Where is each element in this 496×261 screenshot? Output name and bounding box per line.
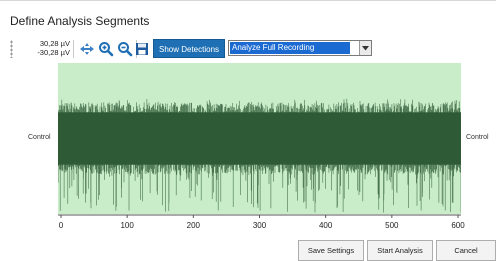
toolbar-grip[interactable] [10, 40, 13, 58]
channel-label-left: Control [28, 134, 51, 141]
x-axis: 0 100 200 300 400 500 600 [58, 214, 465, 236]
save-settings-button[interactable]: Save Settings [298, 240, 364, 261]
zoom-in-button[interactable] [97, 40, 115, 58]
segment-select[interactable]: Analyze Full Recording [228, 40, 372, 56]
dropdown-button[interactable] [359, 41, 371, 55]
move-axis-icon [80, 43, 94, 55]
x-tick-label: 500 [385, 221, 399, 230]
chevron-down-icon [362, 45, 369, 50]
toolbar-separator [73, 40, 74, 58]
save-icon [136, 43, 148, 55]
x-tick-label: 100 [120, 221, 134, 230]
scale-max-label: 30,28 µV [39, 39, 70, 48]
window-title: Define Analysis Segments [10, 14, 150, 28]
scale-min-label: -30,28 µV [37, 48, 70, 57]
signal-plot-area[interactable] [58, 63, 461, 214]
x-tick-label: 0 [59, 221, 64, 230]
signal-spikes [58, 98, 461, 213]
signal-trace [58, 98, 461, 213]
start-analysis-button[interactable]: Start Analysis [367, 240, 433, 261]
show-detections-button[interactable]: Show Detections [153, 39, 226, 58]
x-tick-label: 600 [451, 221, 465, 230]
zoom-out-icon [118, 42, 133, 57]
x-axis-svg: 0 100 200 300 400 500 600 [58, 214, 465, 230]
cancel-button[interactable]: Cancel [436, 240, 496, 261]
segment-select-value: Analyze Full Recording [230, 42, 350, 54]
zoom-in-icon [99, 42, 114, 57]
window-top-border [0, 0, 496, 4]
toolbar: 30,28 µV -30,28 µV Show Detections Analy… [10, 38, 490, 60]
y-scale-readout: 30,28 µV -30,28 µV [18, 39, 70, 57]
x-tick-label: 300 [253, 221, 267, 230]
x-tick-label: 200 [187, 221, 201, 230]
save-button[interactable] [133, 40, 151, 58]
x-tick-label: 400 [319, 221, 333, 230]
move-axis-button[interactable] [78, 40, 96, 58]
channel-label-right: Control [466, 134, 489, 141]
zoom-out-button[interactable] [116, 40, 134, 58]
